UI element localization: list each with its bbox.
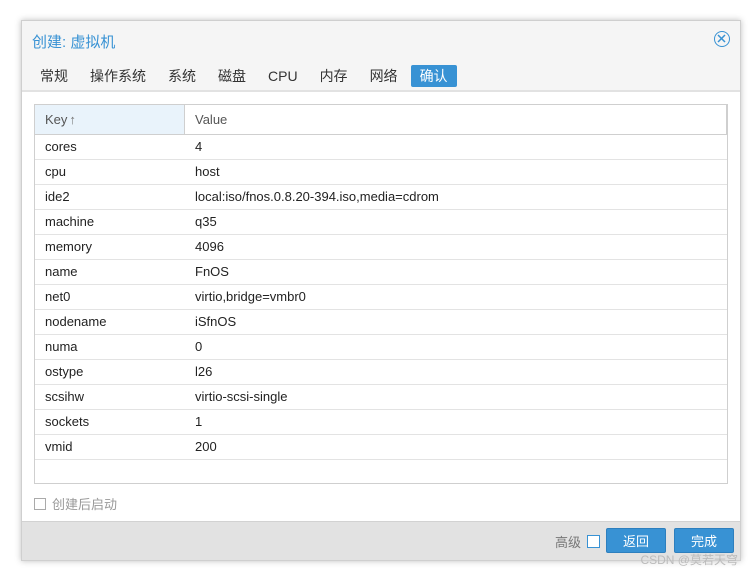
advanced-label: 高级: [554, 535, 581, 550]
row-value: iSfnOS: [195, 314, 237, 329]
row-key: nodename: [45, 314, 107, 329]
row-key: ostype: [45, 364, 84, 379]
row-key: vmid: [45, 439, 73, 454]
back-button[interactable]: 返回: [606, 528, 666, 553]
value-column-header[interactable]: Value: [185, 105, 727, 134]
table-row[interactable]: ostype l26: [35, 360, 727, 385]
row-value: l26: [195, 364, 213, 379]
tab-cpu[interactable]: CPU: [259, 65, 307, 87]
summary-grid: Key ↑ Value cores 4 cpu host ide2 local:iso/…: [34, 104, 728, 484]
advanced-option: 高级: [555, 532, 600, 551]
row-key: memory: [45, 239, 92, 254]
row-key: net0: [45, 289, 71, 304]
row-value: local:iso/fnos.0.8.20-394.iso,media=cdro…: [195, 189, 439, 204]
table-row[interactable]: nodename iSfnOS: [35, 310, 727, 335]
tab-confirm[interactable]: 确认: [410, 65, 457, 87]
table-row[interactable]: sockets 1: [35, 410, 727, 435]
table-row[interactable]: ide2 local:iso/fnos.0.8.20-394.iso,media=…: [35, 185, 727, 210]
row-key: name: [45, 264, 78, 279]
table-row[interactable]: name FnOS: [35, 260, 727, 285]
value-header-label: Value: [195, 112, 228, 127]
tab-network[interactable]: 网络: [361, 65, 407, 87]
advanced-checkbox[interactable]: [587, 535, 600, 548]
row-value: q35: [195, 214, 217, 229]
row-value: host: [195, 164, 220, 179]
tab-system[interactable]: 系统: [159, 65, 205, 87]
wizard-tabs: 常规 操作系统 系统 磁盘 CPU 内存 网络 确认: [31, 65, 461, 87]
start-after-create-option: 创建后启动: [34, 494, 117, 513]
row-key: machine: [45, 214, 95, 229]
row-value: 1: [195, 414, 203, 429]
table-row[interactable]: memory 4096: [35, 235, 727, 260]
row-value: 4096: [195, 239, 224, 254]
watermark: CSDN @莫若天穹: [640, 553, 738, 567]
tab-memory[interactable]: 内存: [311, 65, 357, 87]
finish-button[interactable]: 完成: [674, 528, 734, 553]
row-value: 200: [195, 439, 217, 454]
confirm-panel: Key ↑ Value cores 4 cpu host ide2 local:iso/…: [22, 92, 740, 523]
row-key: cpu: [45, 164, 66, 179]
key-header-label: Key: [45, 112, 68, 127]
table-row[interactable]: cores 4: [35, 135, 727, 160]
dialog-titlebar: 创建: 虚拟机: [22, 21, 740, 57]
dialog-footer: 高级 返回 完成: [22, 521, 740, 560]
row-key: sockets: [45, 414, 90, 429]
row-key: numa: [45, 339, 78, 354]
create-vm-dialog: 创建: 虚拟机 常规 操作系统 系统 磁盘 CPU 内存 网络 确认 Key ↑ …: [21, 20, 741, 561]
start-after-create-label: 创建后启动: [52, 497, 118, 512]
table-row[interactable]: numa 0: [35, 335, 727, 360]
row-key: cores: [45, 139, 77, 154]
row-value: 0: [195, 339, 203, 354]
tab-disks[interactable]: 磁盘: [209, 65, 255, 87]
start-after-create-checkbox[interactable]: [34, 497, 46, 510]
row-value: FnOS: [195, 264, 229, 279]
close-icon[interactable]: [714, 31, 730, 47]
table-row[interactable]: vmid 200: [35, 435, 727, 460]
grid-header: Key ↑ Value: [35, 105, 727, 135]
tab-general[interactable]: 常规: [31, 65, 77, 87]
dialog-title: 创建: 虚拟机: [32, 34, 116, 51]
row-key: scsihw: [45, 389, 85, 404]
row-value: virtio-scsi-single: [195, 389, 288, 404]
sort-ascending-icon: ↑: [69, 112, 76, 127]
table-row[interactable]: net0 virtio,bridge=vmbr0: [35, 285, 727, 310]
row-value: 4: [195, 139, 203, 154]
table-row[interactable]: scsihw virtio-scsi-single: [35, 385, 727, 410]
table-row[interactable]: cpu host: [35, 160, 727, 185]
key-column-header[interactable]: Key ↑: [35, 105, 185, 134]
row-value: virtio,bridge=vmbr0: [195, 289, 306, 304]
row-key: ide2: [45, 189, 70, 204]
tab-os[interactable]: 操作系统: [81, 65, 155, 87]
table-row[interactable]: machine q35: [35, 210, 727, 235]
